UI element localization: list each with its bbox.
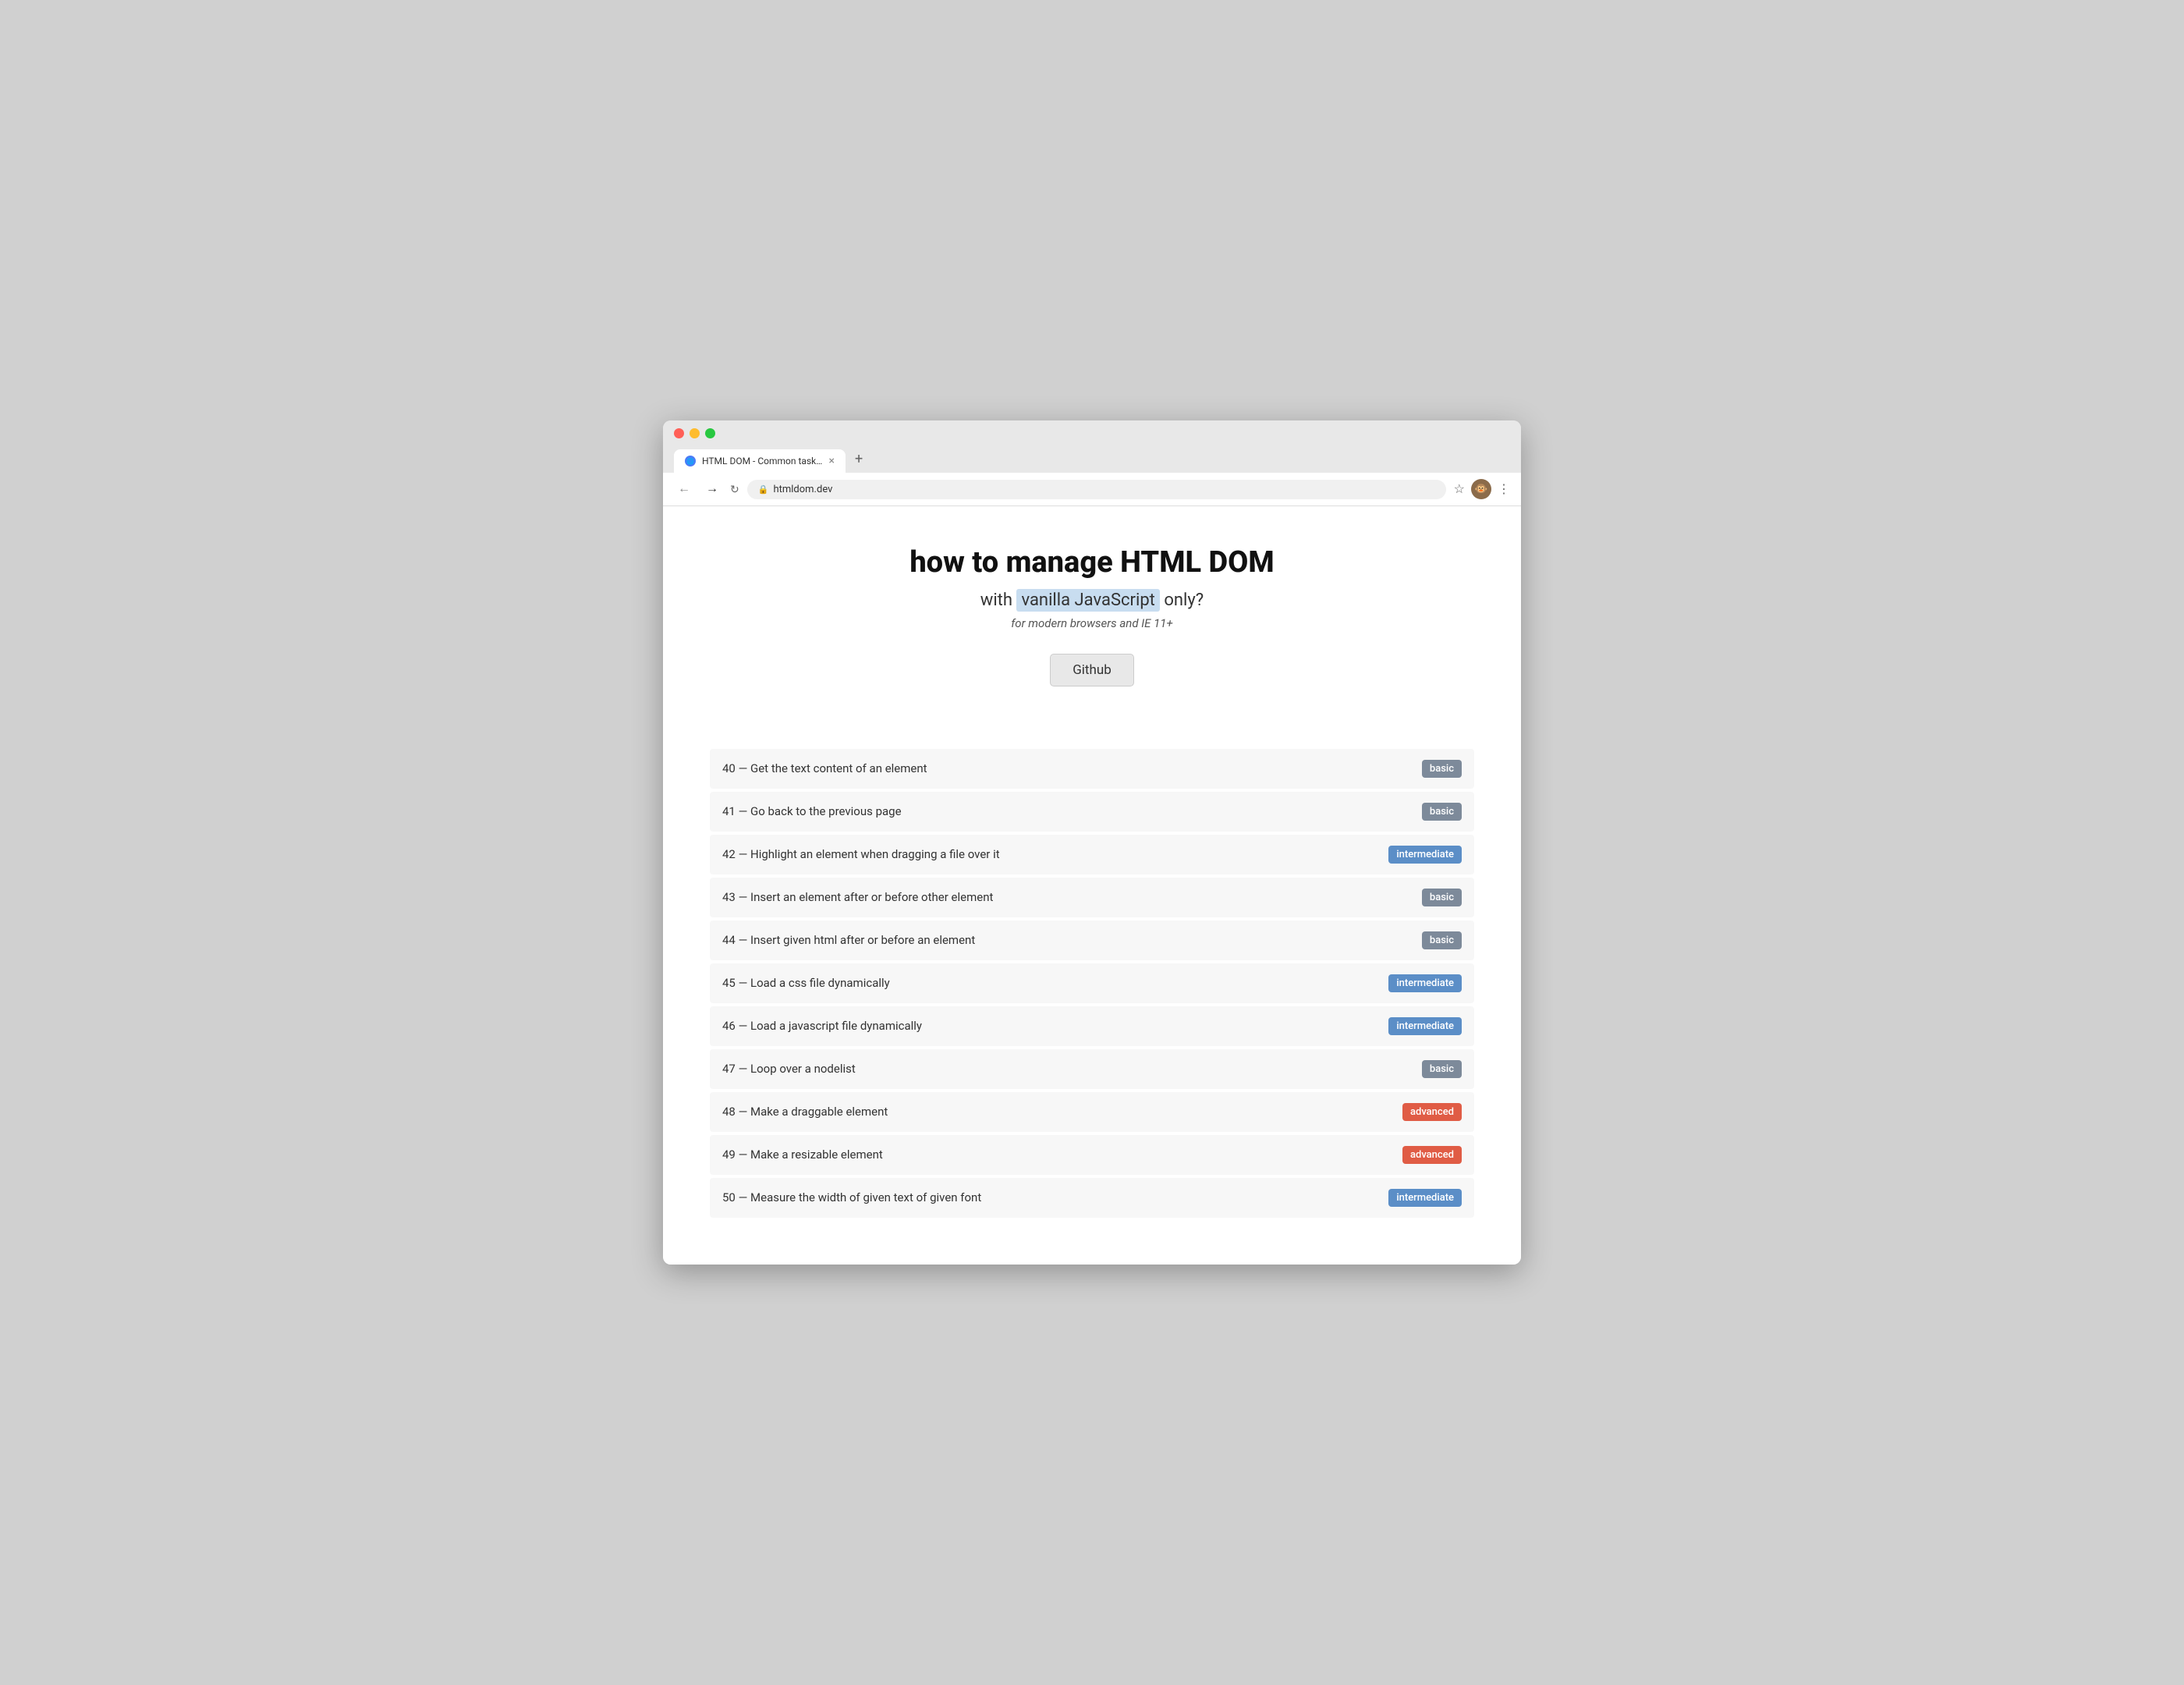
task-item[interactable]: 48 — Make a draggable element advanced	[710, 1092, 1474, 1132]
browser-chrome: 🌐 HTML DOM - Common tasks of × +	[663, 420, 1521, 473]
browser-window: 🌐 HTML DOM - Common tasks of × + ← → ↻ 🔒…	[663, 420, 1521, 1265]
subtitle-highlight: vanilla JavaScript	[1016, 589, 1159, 612]
task-item[interactable]: 46 — Load a javascript file dynamically i…	[710, 1006, 1474, 1046]
tab-bar: 🌐 HTML DOM - Common tasks of × +	[674, 446, 1510, 473]
new-tab-button[interactable]: +	[846, 446, 872, 473]
traffic-lights	[674, 428, 1510, 438]
difficulty-badge: basic	[1422, 803, 1462, 821]
difficulty-badge: intermediate	[1388, 974, 1462, 992]
back-button[interactable]: ←	[674, 481, 694, 498]
maximize-button[interactable]	[705, 428, 715, 438]
bookmark-button[interactable]: ☆	[1454, 481, 1465, 497]
task-label: 41 — Go back to the previous page	[722, 804, 902, 818]
task-label: 45 — Load a css file dynamically	[722, 976, 890, 990]
task-item[interactable]: 44 — Insert given html after or before a…	[710, 921, 1474, 960]
task-label: 44 — Insert given html after or before a…	[722, 933, 975, 947]
page-title: how to manage HTML DOM	[710, 545, 1474, 581]
difficulty-badge: basic	[1422, 889, 1462, 906]
lock-icon: 🔒	[758, 484, 769, 495]
address-bar[interactable]: 🔒 htmldom.dev	[747, 480, 1446, 499]
tab-favicon: 🌐	[685, 456, 696, 466]
tab-close-icon[interactable]: ×	[829, 456, 835, 466]
page-content: how to manage HTML DOM with vanilla Java…	[663, 506, 1521, 1265]
difficulty-badge: basic	[1422, 931, 1462, 949]
difficulty-badge: basic	[1422, 1060, 1462, 1078]
page-header: how to manage HTML DOM with vanilla Java…	[710, 545, 1474, 718]
task-label: 40 — Get the text content of an element	[722, 761, 927, 775]
task-item[interactable]: 45 — Load a css file dynamically intermed…	[710, 963, 1474, 1003]
task-label: 43 — Insert an element after or before o…	[722, 890, 993, 904]
task-item[interactable]: 42 — Highlight an element when dragging …	[710, 835, 1474, 874]
minimize-button[interactable]	[690, 428, 700, 438]
active-tab[interactable]: 🌐 HTML DOM - Common tasks of ×	[674, 449, 846, 473]
task-label: 48 — Make a draggable element	[722, 1105, 888, 1119]
difficulty-badge: advanced	[1402, 1103, 1462, 1121]
menu-button[interactable]: ⋮	[1498, 481, 1510, 497]
task-item[interactable]: 40 — Get the text content of an element b…	[710, 749, 1474, 789]
difficulty-badge: intermediate	[1388, 1189, 1462, 1207]
forward-button[interactable]: →	[702, 481, 722, 498]
subtitle-prefix: with	[980, 591, 1017, 610]
subtitle-suffix: only?	[1160, 591, 1204, 610]
task-label: 46 — Load a javascript file dynamically	[722, 1019, 922, 1033]
task-item[interactable]: 50 — Measure the width of given text of …	[710, 1178, 1474, 1218]
difficulty-badge: intermediate	[1388, 1017, 1462, 1035]
page-subtitle: with vanilla JavaScript only?	[710, 591, 1474, 610]
difficulty-badge: intermediate	[1388, 846, 1462, 864]
task-label: 47 — Loop over a nodelist	[722, 1062, 856, 1076]
reload-button[interactable]: ↻	[730, 483, 739, 496]
difficulty-badge: advanced	[1402, 1146, 1462, 1164]
avatar[interactable]: 🐵	[1471, 479, 1491, 499]
tab-title: HTML DOM - Common tasks of	[702, 456, 823, 466]
task-item[interactable]: 41 — Go back to the previous page basic	[710, 792, 1474, 832]
task-label: 50 — Measure the width of given text of …	[722, 1190, 981, 1204]
address-bar-row: ← → ↻ 🔒 htmldom.dev ☆ 🐵 ⋮	[663, 473, 1521, 506]
task-item[interactable]: 47 — Loop over a nodelist basic	[710, 1049, 1474, 1089]
browser-actions: ☆ 🐵 ⋮	[1454, 479, 1510, 499]
close-button[interactable]	[674, 428, 684, 438]
task-label: 49 — Make a resizable element	[722, 1148, 883, 1162]
task-item[interactable]: 49 — Make a resizable element advanced	[710, 1135, 1474, 1175]
page-description: for modern browsers and IE 11+	[710, 616, 1474, 630]
difficulty-badge: basic	[1422, 760, 1462, 778]
task-item[interactable]: 43 — Insert an element after or before o…	[710, 878, 1474, 917]
url-text: htmldom.dev	[773, 484, 832, 495]
github-button[interactable]: Github	[1050, 654, 1134, 686]
task-label: 42 — Highlight an element when dragging …	[722, 847, 1000, 861]
task-list: 40 — Get the text content of an element b…	[710, 749, 1474, 1218]
